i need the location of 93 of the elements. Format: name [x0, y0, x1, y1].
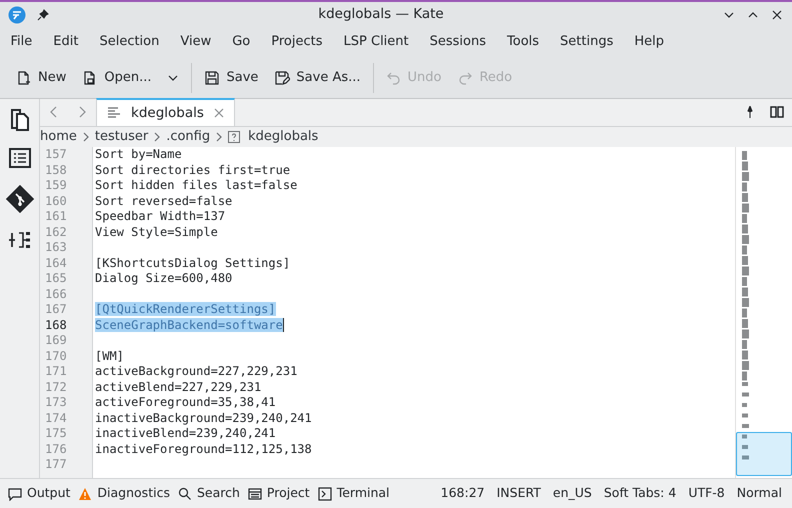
breadcrumb-item[interactable]: kdeglobals: [248, 127, 318, 147]
code-line: activeBackground=227,229,231: [95, 364, 298, 378]
line-number: 169: [44, 333, 68, 348]
code-line: View Style=Simple: [95, 224, 218, 238]
breadcrumb-item[interactable]: .config: [166, 127, 210, 147]
undo-icon: [386, 70, 402, 86]
line-number: 172: [44, 380, 68, 395]
line-number: 174: [44, 410, 68, 426]
code-line: Dialog Size=600,480: [95, 271, 232, 285]
line-number: 166: [44, 286, 68, 302]
code-line: Speedbar Width=137: [95, 209, 226, 223]
breadcrumb-item[interactable]: home: [40, 127, 77, 147]
line-number: 158: [44, 162, 68, 178]
code-line: [KShortcutsDialog Settings]: [95, 256, 290, 270]
split-view-icon[interactable]: [770, 106, 784, 118]
line-number: 168: [44, 318, 68, 333]
code-line: Sort hidden files last=false: [95, 178, 298, 192]
document-icon: [107, 107, 121, 119]
menu-item[interactable]: Help: [624, 32, 675, 52]
line-number: 167: [44, 302, 68, 318]
code-line: [WM]: [95, 348, 124, 362]
save-as-icon: [274, 70, 290, 86]
menu-item[interactable]: LSP Client: [333, 32, 420, 52]
status-item[interactable]: Normal: [736, 484, 782, 503]
line-number: 163: [44, 240, 68, 256]
redo-icon: [457, 70, 474, 86]
code-line: inactiveBackground=239,240,241: [95, 410, 312, 424]
text-cursor: [282, 318, 284, 332]
line-number: 176: [44, 442, 68, 457]
line-number: 160: [44, 194, 68, 209]
status-item[interactable]: 168:27: [440, 484, 485, 503]
window-title: kdeglobals — Kate: [317, 5, 445, 24]
line-number: 170: [44, 348, 68, 364]
breadcrumb-item[interactable]: testuser: [94, 127, 148, 147]
unknown-file-icon: [228, 131, 240, 143]
close-icon[interactable]: [770, 8, 784, 22]
status-item[interactable]: en_US: [552, 484, 592, 503]
status-item[interactable]: UTF-8: [688, 484, 725, 503]
line-number: 164: [44, 256, 68, 271]
new-file-icon: [16, 70, 32, 86]
line-number: 157: [44, 147, 68, 162]
line-number: 165: [44, 271, 68, 286]
terminal-icon: [318, 486, 332, 500]
output-panel-button[interactable]: Output: [4, 484, 74, 503]
warning-icon: [78, 486, 92, 500]
status-item[interactable]: Soft Tabs: 4: [604, 484, 676, 503]
code-line: inactiveForeground=112,125,138: [95, 442, 312, 456]
list-icon[interactable]: [8, 147, 30, 169]
open-button[interactable]: Open...: [74, 64, 160, 92]
terminal-panel-button[interactable]: Terminal: [314, 484, 394, 503]
status-item[interactable]: INSERT: [496, 484, 541, 503]
line-number: 162: [44, 224, 68, 240]
code-line: inactiveBlend=239,240,241: [95, 426, 276, 440]
diagnostics-panel-button[interactable]: Diagnostics: [74, 484, 174, 503]
line-number: 161: [44, 209, 68, 224]
save-icon: [204, 70, 220, 86]
documents-icon[interactable]: [8, 107, 30, 131]
symbol-tree-icon[interactable]: [8, 229, 32, 251]
saveas-button[interactable]: Save As...: [266, 64, 369, 92]
pin-icon[interactable]: [746, 106, 754, 118]
line-number: 171: [44, 364, 68, 380]
chevron-icon: [153, 132, 162, 142]
minimap-viewport[interactable]: [736, 432, 792, 476]
menu-item[interactable]: Sessions: [419, 32, 497, 52]
menu-item[interactable]: Go: [222, 32, 261, 52]
project-panel-button[interactable]: Project: [244, 484, 314, 503]
menu-item[interactable]: Edit: [42, 32, 89, 52]
menu-item[interactable]: Selection: [88, 32, 170, 52]
pin-icon[interactable]: [36, 8, 50, 22]
menu-item[interactable]: View: [170, 32, 222, 52]
chevron-icon: [215, 132, 224, 142]
code-line: activeForeground=35,38,41: [95, 395, 276, 409]
code-line: activeBlend=227,229,231: [95, 380, 262, 394]
line-number: 159: [44, 178, 68, 194]
save-button[interactable]: Save: [196, 64, 266, 92]
editor-tab[interactable]: kdeglobals: [96, 98, 235, 126]
new-button[interactable]: New: [8, 64, 74, 92]
code-line: Sort reversed=false: [95, 194, 232, 208]
menu-item[interactable]: Projects: [260, 32, 334, 52]
search-icon: [178, 486, 192, 500]
menu-item[interactable]: Tools: [496, 32, 550, 52]
app-logo-icon[interactable]: [8, 6, 26, 24]
chevron-icon: [82, 132, 90, 142]
line-number: 177: [44, 457, 68, 472]
code-line: Sort by=Name: [95, 147, 182, 161]
menu-item[interactable]: Settings: [550, 32, 624, 52]
search-panel-button[interactable]: Search: [174, 484, 244, 503]
menu-item[interactable]: File: [0, 32, 43, 52]
line-number: 173: [44, 395, 68, 410]
line-number: 175: [44, 426, 68, 442]
project-icon: [248, 486, 262, 500]
code-line: Sort directories first=true: [95, 162, 290, 176]
chat-icon: [8, 486, 22, 500]
